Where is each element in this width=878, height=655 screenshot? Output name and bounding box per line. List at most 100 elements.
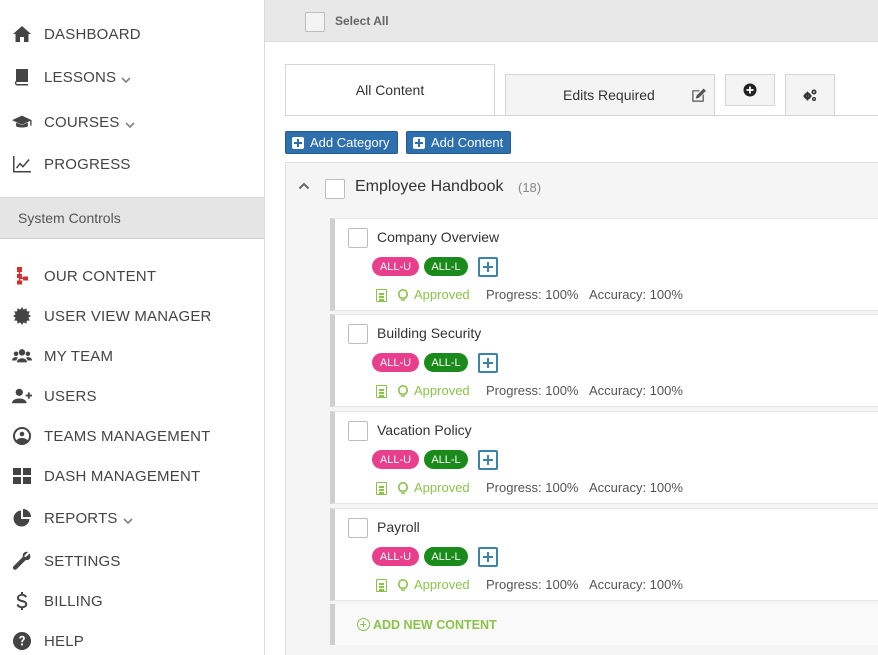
badge-all-l: ALL-L <box>424 257 468 276</box>
select-all-label[interactable]: Select All <box>335 14 389 28</box>
add-category-button[interactable]: Add Category <box>285 131 398 154</box>
section-title: System Controls <box>18 210 121 226</box>
edit-icon <box>691 88 706 103</box>
dollar-icon <box>11 590 33 612</box>
item-checkbox[interactable] <box>348 324 368 344</box>
add-tag-button[interactable] <box>478 450 498 470</box>
nav-dash-management[interactable]: DASH MANAGEMENT <box>0 458 264 494</box>
nav-label: USER VIEW MANAGER <box>44 307 212 325</box>
document-icon <box>376 385 387 398</box>
category-count: (18) <box>518 180 542 195</box>
graduation-cap-icon <box>11 111 33 133</box>
status-approved: Approved <box>414 480 470 495</box>
nav-settings[interactable]: SETTINGS <box>0 543 264 579</box>
add-tag-button[interactable] <box>478 257 498 277</box>
add-new-content-button[interactable]: ADD NEW CONTENT <box>330 604 878 645</box>
pie-chart-icon <box>11 507 33 529</box>
category-header: Employee Handbook (18) <box>286 163 878 217</box>
select-all-checkbox[interactable] <box>305 12 325 32</box>
nav-teams-management[interactable]: TEAMS MANAGEMENT <box>0 418 264 454</box>
badge-all-u: ALL-U <box>372 257 419 276</box>
lightbulb-icon <box>397 289 409 302</box>
nav-reports[interactable]: REPORTS <box>0 500 264 536</box>
accuracy-text: Accuracy: 100% <box>589 480 683 495</box>
item-checkbox[interactable] <box>348 518 368 538</box>
bulk-actions-bar: Select All <box>265 0 878 42</box>
item-title[interactable]: Building Security <box>377 325 481 341</box>
nav-our-content[interactable]: OUR CONTENT <box>0 258 264 294</box>
document-icon <box>376 482 387 495</box>
badge-all-l: ALL-L <box>424 547 468 566</box>
sidebar: DASHBOARD LESSONS COURSES PROGRESS Syste… <box>0 0 265 655</box>
category-checkbox[interactable] <box>325 179 345 199</box>
tab-label: All Content <box>355 82 425 98</box>
progress-text: Progress: 100% <box>486 287 579 302</box>
content-item[interactable]: Vacation Policy ALL-U ALL-L Approved Pro… <box>330 411 878 504</box>
user-plus-icon <box>11 385 33 407</box>
progress-text: Progress: 100% <box>486 383 579 398</box>
button-label: Add Content <box>431 135 504 150</box>
nav-label: DASH MANAGEMENT <box>44 467 201 485</box>
chevron-down-icon <box>121 72 131 84</box>
add-content-button[interactable]: Add Content <box>406 131 512 154</box>
gear-badge-icon <box>11 305 33 327</box>
plus-circle-icon <box>743 83 757 97</box>
nav-label: DASHBOARD <box>44 25 141 43</box>
status-approved: Approved <box>414 383 470 398</box>
content-item[interactable]: Payroll ALL-U ALL-L Approved Progress: 1… <box>330 508 878 601</box>
status-approved: Approved <box>414 577 470 592</box>
tab-edits-required[interactable]: Edits Required <box>505 74 715 116</box>
nav-users[interactable]: USERS <box>0 378 264 414</box>
add-tag-button[interactable] <box>478 547 498 567</box>
book-icon <box>11 66 33 88</box>
plus-circle-icon <box>357 618 370 631</box>
home-icon <box>11 23 33 45</box>
question-circle-icon <box>11 630 33 652</box>
nav-my-team[interactable]: MY TEAM <box>0 338 264 374</box>
content-item[interactable]: Company Overview ALL-U ALL-L Approved Pr… <box>330 218 878 311</box>
nav-label: COURSES <box>44 113 120 131</box>
add-tag-button[interactable] <box>478 353 498 373</box>
nav-label: USERS <box>44 387 97 405</box>
category-panel: Employee Handbook (18) Company Overview … <box>285 162 878 655</box>
settings-tab-button[interactable] <box>785 74 835 116</box>
badge-all-u: ALL-U <box>372 547 419 566</box>
lightbulb-icon <box>397 482 409 495</box>
item-checkbox[interactable] <box>348 421 368 441</box>
tab-label: Edits Required <box>563 87 655 103</box>
nav-label: BILLING <box>44 592 103 610</box>
lightbulb-icon <box>397 385 409 398</box>
nav-dashboard[interactable]: DASHBOARD <box>0 16 264 52</box>
category-title[interactable]: Employee Handbook <box>355 178 504 196</box>
grid-icon <box>11 465 33 487</box>
item-checkbox[interactable] <box>348 228 368 248</box>
tab-all-content[interactable]: All Content <box>285 64 495 116</box>
nav-lessons[interactable]: LESSONS <box>0 59 264 95</box>
accuracy-text: Accuracy: 100% <box>589 577 683 592</box>
button-label: Add Category <box>310 135 390 150</box>
nav-user-view-manager[interactable]: USER VIEW MANAGER <box>0 298 264 334</box>
badge-all-u: ALL-U <box>372 353 419 372</box>
nav-label: OUR CONTENT <box>44 267 157 285</box>
badge-all-l: ALL-L <box>424 450 468 469</box>
nav-help[interactable]: HELP <box>0 623 264 655</box>
nav-progress[interactable]: PROGRESS <box>0 146 264 182</box>
accuracy-text: Accuracy: 100% <box>589 383 683 398</box>
chevron-up-icon[interactable] <box>298 179 310 191</box>
add-tab-button[interactable] <box>725 74 775 106</box>
item-title[interactable]: Company Overview <box>377 229 499 245</box>
nav-courses[interactable]: COURSES <box>0 104 264 140</box>
content-item[interactable]: Building Security ALL-U ALL-L Approved P… <box>330 314 878 407</box>
document-icon <box>376 289 387 302</box>
nav-label: SETTINGS <box>44 552 121 570</box>
nav-label: MY TEAM <box>44 347 114 365</box>
progress-text: Progress: 100% <box>486 577 579 592</box>
gears-icon <box>802 88 818 102</box>
lightbulb-icon <box>397 579 409 592</box>
accuracy-text: Accuracy: 100% <box>589 287 683 302</box>
item-title[interactable]: Vacation Policy <box>377 422 472 438</box>
nav-billing[interactable]: BILLING <box>0 583 264 619</box>
line-chart-icon <box>11 153 33 175</box>
tab-divider <box>285 115 878 116</box>
item-title[interactable]: Payroll <box>377 519 420 535</box>
